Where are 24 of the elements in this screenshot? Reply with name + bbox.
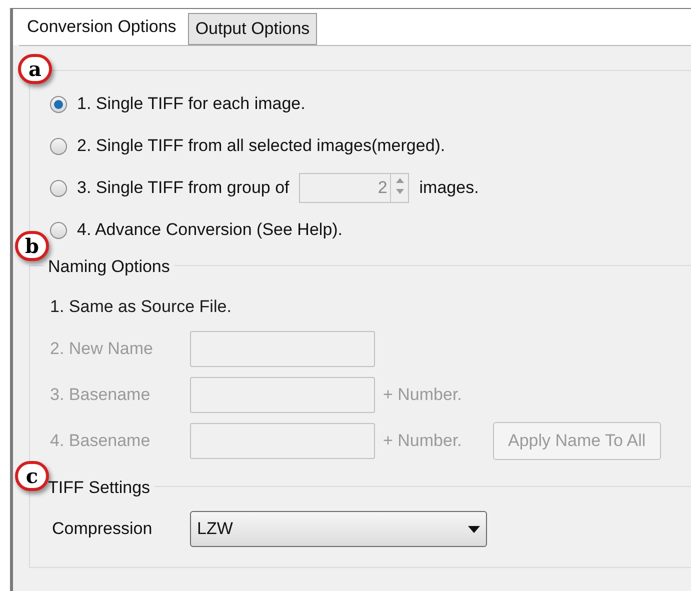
compression-label: Compression [52, 518, 154, 540]
option-label: 1. Single TIFF for each image. [77, 93, 306, 116]
option-label: 2. Single TIFF from all selected images(merged). [77, 135, 446, 158]
radio-button[interactable] [50, 96, 67, 112]
option-label: images. [419, 177, 479, 200]
dropdown-arrow-icon [468, 526, 480, 532]
callout-badge: c [15, 461, 49, 491]
suffix-label: + Number. [383, 384, 463, 406]
callout-badge: b [15, 231, 49, 261]
down-arrow-icon [396, 189, 404, 194]
radio-button[interactable] [50, 180, 67, 196]
radio-button[interactable] [50, 222, 67, 238]
naming-label: 4. Basename [50, 430, 152, 452]
option-label: 4. Advance Conversion (See Help). [77, 219, 343, 242]
tab[interactable]: Output Options [188, 13, 317, 45]
up-arrow-icon [396, 178, 404, 183]
callout-badge: a [18, 54, 52, 84]
naming-label: 2. New Name [50, 338, 154, 360]
radio-button[interactable] [50, 138, 67, 154]
compression-dropdown[interactable]: LZW [190, 511, 487, 547]
naming-label: 1. Same as Source File. [50, 296, 232, 318]
option-label: 3. Single TIFF from group of [77, 177, 290, 200]
naming-label: 3. Basename [50, 384, 152, 406]
suffix-label: + Number. [383, 430, 463, 452]
